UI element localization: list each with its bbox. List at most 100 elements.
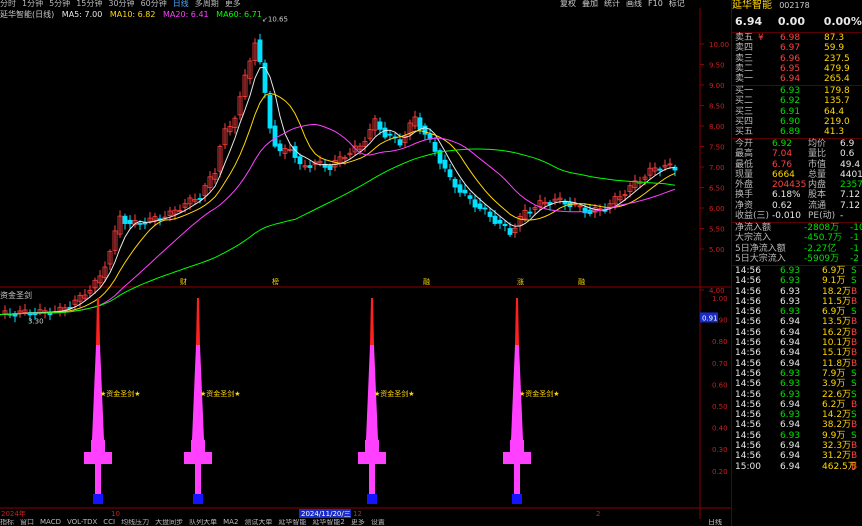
event-mark[interactable]: 涨 xyxy=(517,277,524,286)
stat-row: 外盘 204435 内盘 2357 xyxy=(732,180,862,190)
tick-row: 14:56 6.93 22.6万 S xyxy=(732,390,862,400)
stat-value: - xyxy=(840,211,844,222)
ask-price: 6.96 xyxy=(780,53,801,64)
candle-body xyxy=(267,94,273,129)
stat-label: 市值 xyxy=(808,159,827,170)
bid-row: 买四 6.90 219.0 xyxy=(732,117,862,127)
indicator-tab-6[interactable]: 大盘同步 xyxy=(155,519,183,526)
bid-row: 买一 6.93 179.8 xyxy=(732,86,862,96)
tick-side: S xyxy=(851,430,857,441)
tick-time: 14:56 xyxy=(735,379,761,390)
fund-sword-signal: ★资金圣剑★ xyxy=(503,298,560,504)
tick-time: 14:56 xyxy=(735,441,761,452)
stat-row: 净资 0.62 流通 7.12 xyxy=(732,201,862,211)
tick-side: S xyxy=(851,276,857,287)
sub-axis-label: 1.00 xyxy=(712,295,728,303)
ask-price: 6.94 xyxy=(780,74,801,85)
tick-volume: 32.3万 xyxy=(822,441,852,452)
indicator-tab-2[interactable]: MACD xyxy=(40,519,61,526)
candle-body xyxy=(257,39,263,63)
ask-volume: 265.4 xyxy=(824,74,850,85)
stat-row: 收益(三) -0.010 PE(动) - xyxy=(732,211,862,221)
tick-price: 6.94 xyxy=(780,358,801,369)
tick-volume: 14.2万 xyxy=(822,410,852,421)
tick-volume: 15.1万 xyxy=(822,348,852,359)
tick-price: 6.94 xyxy=(780,461,801,472)
tick-row: 14:56 6.94 31.2万 B xyxy=(732,451,862,461)
candle-body xyxy=(137,222,143,225)
kline-chart[interactable]: 10.00 9.50 9.00 8.50 8.00 7.50 7.00 6.50 6.00 5.5… xyxy=(0,0,731,526)
flow-tail: -1 xyxy=(850,243,859,254)
tick-volume: 18.2万 xyxy=(822,286,852,297)
sword-grip xyxy=(514,464,520,494)
sword-tip xyxy=(196,298,200,345)
indicator-tab-8[interactable]: MA2 xyxy=(223,519,238,526)
candle-body xyxy=(462,189,468,194)
stat-label: 最高 xyxy=(735,149,754,160)
stat-value: 49.4 xyxy=(840,159,861,170)
tick-time: 14:56 xyxy=(735,307,761,318)
sword-guard-top xyxy=(191,440,205,452)
tick-price: 6.94 xyxy=(780,399,801,410)
pct-change: 0.00% xyxy=(823,15,862,28)
stat-label: 总量 xyxy=(808,169,827,180)
tick-side: B xyxy=(851,286,858,297)
stat-row: 现量 6664 总量 4401 xyxy=(732,170,862,180)
indicator-tab-7[interactable]: 队列大单 xyxy=(189,519,217,526)
order-book-bids: 买一 6.93 179.8 买二 6.92 135.7 买三 6.91 64.4 买四 6.90 21… xyxy=(732,85,862,137)
tick-row: 14:56 6.94 6.2万 B xyxy=(732,400,862,410)
high-price-label: ↙10.65 xyxy=(262,15,288,23)
bid-price: 6.89 xyxy=(780,127,801,138)
tick-volume: 16.2万 xyxy=(822,327,852,338)
indicator-tab-12[interactable]: 更多 xyxy=(351,519,365,526)
tick-row: 14:56 6.94 38.2万 B xyxy=(732,420,862,430)
event-mark[interactable]: 榜 xyxy=(272,277,279,286)
candle-body xyxy=(397,139,403,146)
tick-row: 14:56 6.94 16.2万 B xyxy=(732,328,862,338)
bid-volume: 135.7 xyxy=(824,96,850,107)
stock-name: 延华智能 xyxy=(732,0,772,11)
tick-side: S xyxy=(851,307,857,318)
sword-tip xyxy=(515,298,519,345)
tick-price: 6.93 xyxy=(780,389,801,400)
candle-body xyxy=(482,207,488,210)
event-mark[interactable]: 融 xyxy=(423,277,430,286)
sub-axis-label: 0.20 xyxy=(712,468,728,476)
candle-body xyxy=(417,117,423,130)
indicator-tab-5[interactable]: 均线压力 xyxy=(121,519,149,526)
tick-row: 14:56 6.93 9.9万 S xyxy=(732,431,862,441)
fund-sword-signal: ★资金圣剑★ xyxy=(184,298,241,504)
indicator-tab-3[interactable]: VOL-TDX xyxy=(67,519,97,526)
tick-time: 14:56 xyxy=(735,338,761,349)
indicator-tab-9[interactable]: 测试大单 xyxy=(244,519,272,526)
bid-label: 买五 xyxy=(735,127,754,138)
tick-time: 14:56 xyxy=(735,327,761,338)
flow-tail: -1 xyxy=(850,233,859,244)
tick-row: 14:56 6.94 10.1万 B xyxy=(732,338,862,348)
flow-row: 净流入额 -2808万 -10 xyxy=(732,223,862,233)
stat-value: 6.76 xyxy=(772,159,793,170)
indicator-tab-13[interactable]: 设置 xyxy=(371,519,385,526)
indicator-tab-0[interactable]: 指标 xyxy=(0,519,14,526)
stat-value: 2357 xyxy=(840,180,862,191)
sword-tip xyxy=(370,298,374,345)
tick-side: S xyxy=(851,410,857,421)
candle-body xyxy=(127,219,133,225)
indicator-tab-1[interactable]: 窗口 xyxy=(20,519,34,526)
event-mark[interactable]: 财 xyxy=(180,277,187,286)
candles xyxy=(2,33,678,323)
candle-body xyxy=(297,156,303,165)
candle-body xyxy=(497,219,503,224)
indicator-tab-4[interactable]: CCI xyxy=(103,519,115,526)
indicator-tab-11[interactable]: 延华智能2 xyxy=(312,519,344,526)
indicator-tab-10[interactable]: 延华智能 xyxy=(278,519,306,526)
stat-label: 最低 xyxy=(735,159,754,170)
ask-label: 卖五 xyxy=(735,33,754,43)
event-mark[interactable]: 融 xyxy=(578,277,585,286)
stat-value: 6.18% xyxy=(772,190,801,201)
date-label: 10 xyxy=(111,510,120,518)
sword-guard xyxy=(184,452,212,464)
order-book-asks: 卖五 ¥6.98 87.3 卖四 6.97 59.9 卖三 6.96 237.5 卖二 6.95 47… xyxy=(732,32,862,84)
sub-axis-label: 0.40 xyxy=(712,425,728,433)
date-label: 2 xyxy=(596,510,600,518)
